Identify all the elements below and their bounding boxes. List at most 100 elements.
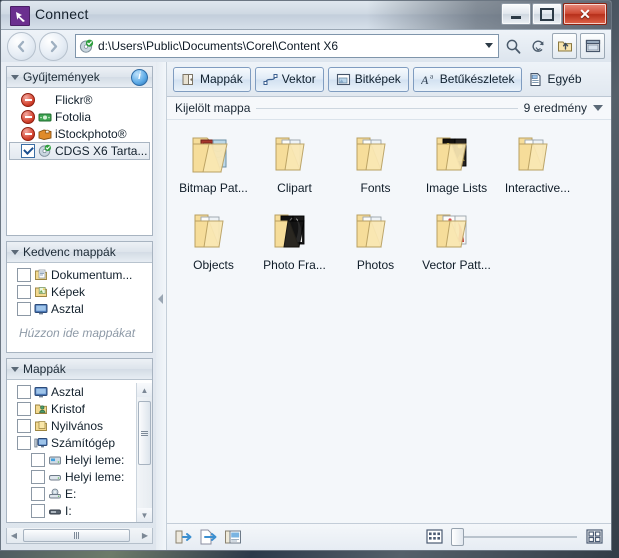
folder-photos	[349, 209, 403, 255]
file-grid: Bitmap Pat... Clipart Fonts Image Lists …	[167, 120, 611, 523]
grid-item[interactable]: Bitmap Pat...	[173, 132, 254, 195]
back-button[interactable]	[7, 31, 36, 61]
triangle-collapse-icon[interactable]	[11, 250, 19, 255]
grid-item[interactable]: Fonts	[335, 132, 416, 195]
results-header: Kijelölt mappa 9 eredmény	[167, 97, 611, 120]
tree-item-kristof[interactable]: Kristof	[7, 400, 152, 417]
vector-icon	[263, 72, 278, 87]
search-icon[interactable]	[502, 34, 524, 58]
close-button[interactable]: ✕	[563, 3, 607, 25]
collections-header[interactable]: Gyűjtemények i	[7, 67, 152, 88]
sidebar-splitter[interactable]	[156, 62, 166, 550]
tree-item-computer[interactable]: Számítógép	[7, 434, 152, 451]
collection-item-istockphoto[interactable]: iStockphoto®	[7, 125, 152, 142]
info-icon[interactable]: i	[131, 68, 148, 86]
disc-drive-icon	[79, 39, 94, 54]
checkbox[interactable]	[31, 486, 45, 501]
scroll-right-icon[interactable]: ▶	[138, 531, 152, 540]
layout-panel-icon[interactable]	[580, 33, 605, 59]
tab-label: Bitképek	[354, 72, 401, 86]
tree-item-local-disk-d[interactable]: Helyi leme:	[7, 468, 152, 485]
thumbnail-size-slider[interactable]	[451, 528, 579, 546]
collapse-left-icon[interactable]	[158, 294, 163, 304]
checkbox[interactable]	[17, 418, 31, 433]
small-thumbnails-icon[interactable]	[426, 528, 444, 546]
minimize-button[interactable]	[501, 3, 531, 25]
tree-item-public[interactable]: Nyilvános	[7, 417, 152, 434]
title-bar[interactable]: Connect ✕	[1, 1, 611, 30]
tree-item-drive-i[interactable]: I:	[7, 502, 152, 519]
checkbox[interactable]	[17, 435, 31, 450]
tab-other[interactable]: Egyéb	[526, 68, 588, 91]
chevron-down-icon[interactable]	[593, 105, 603, 111]
favorite-item-desktop[interactable]: Asztal	[7, 300, 152, 317]
checkbox[interactable]	[17, 284, 31, 299]
filter-tabs: Mappák Vektor Bitképek Aa Betűkészletek …	[167, 62, 611, 97]
folder-photo-frames	[268, 209, 322, 255]
folders-horizontal-scrollbar[interactable]: ◀ ▶	[6, 528, 153, 544]
checkbox[interactable]	[31, 469, 45, 484]
export-icon[interactable]	[199, 528, 217, 546]
checkbox[interactable]	[17, 267, 31, 282]
checkbox[interactable]	[17, 301, 31, 316]
grip-lines	[141, 430, 148, 436]
collection-item-cdgs-x6[interactable]: CDGS X6 Tarta...	[9, 142, 150, 160]
slider-knob[interactable]	[451, 528, 464, 546]
tab-fonts[interactable]: Aa Betűkészletek	[412, 66, 523, 92]
tree-label: I:	[65, 503, 72, 518]
tab-vector[interactable]: Vektor	[254, 66, 324, 92]
chevron-down-icon[interactable]	[485, 43, 493, 48]
grid-item[interactable]: Image Lists	[416, 132, 497, 195]
folder-image-lists	[430, 132, 484, 178]
maximize-button[interactable]	[532, 3, 562, 25]
address-input[interactable]: d:\Users\Public\Documents\Corel\Content …	[75, 34, 499, 58]
favorite-item-pictures[interactable]: Képek	[7, 283, 152, 300]
tab-bitmaps[interactable]: Bitképek	[327, 66, 409, 92]
tree-item-desktop[interactable]: Asztal	[7, 383, 152, 400]
removable-drive-icon	[48, 504, 62, 518]
folders-header[interactable]: Mappák	[7, 359, 152, 380]
scroll-down-icon[interactable]: ▼	[137, 508, 152, 522]
favorites-header[interactable]: Kedvenc mappák	[7, 242, 152, 263]
refresh-icon[interactable]	[527, 34, 549, 58]
grid-item[interactable]: Objects	[173, 209, 254, 272]
grid-item[interactable]: Photos	[335, 209, 416, 272]
favorite-item-documents[interactable]: Dokumentum...	[7, 266, 152, 283]
large-thumbnails-icon[interactable]	[586, 528, 604, 546]
grid-item[interactable]: Vector Patt...	[416, 209, 497, 272]
windows-disk-icon	[48, 453, 62, 467]
triangle-collapse-icon[interactable]	[11, 367, 19, 372]
scrollbar-thumb[interactable]	[138, 401, 151, 465]
scroll-left-icon[interactable]: ◀	[7, 531, 21, 540]
tree-label: E:	[65, 486, 77, 501]
hscrollbar-thumb[interactable]	[23, 529, 130, 542]
import-icon[interactable]	[174, 528, 192, 546]
tray-icon[interactable]	[224, 528, 242, 546]
grid-item[interactable]: Clipart	[254, 132, 335, 195]
grid-item[interactable]: Interactive...	[497, 132, 578, 195]
favorite-label: Asztal	[51, 301, 84, 316]
scroll-up-icon[interactable]: ▲	[137, 383, 152, 397]
spacer-icon	[38, 93, 52, 107]
triangle-collapse-icon[interactable]	[11, 75, 19, 80]
folders-vertical-scrollbar[interactable]: ▲ ▼	[136, 383, 152, 522]
collection-item-fotolia[interactable]: Fotolia	[7, 108, 152, 125]
tab-folders[interactable]: Mappák	[173, 66, 251, 92]
checkbox[interactable]	[17, 401, 31, 416]
window-title: Connect	[35, 6, 89, 22]
svg-text:A: A	[421, 73, 429, 87]
collection-item-flickr[interactable]: Flickr®	[7, 91, 152, 108]
checkbox[interactable]	[31, 452, 45, 467]
forward-button[interactable]	[39, 31, 68, 61]
checkbox[interactable]	[17, 384, 31, 399]
tree-item-drive-e[interactable]: E:	[7, 485, 152, 502]
favorites-list: Dokumentum... Képek Asztal Húzzon ide ma…	[7, 263, 152, 352]
folder-up-icon[interactable]	[552, 33, 577, 59]
grid-item[interactable]: Photo Fra...	[254, 209, 335, 272]
tree-item-local-disk-c[interactable]: Helyi leme:	[7, 451, 152, 468]
divider-line	[256, 107, 518, 109]
checkbox-checked[interactable]	[21, 144, 35, 158]
checkbox[interactable]	[31, 503, 45, 518]
istockphoto-icon	[38, 127, 52, 141]
sidebar: Gyűjtemények i Flickr® Fotolia iStockpho…	[1, 62, 156, 550]
